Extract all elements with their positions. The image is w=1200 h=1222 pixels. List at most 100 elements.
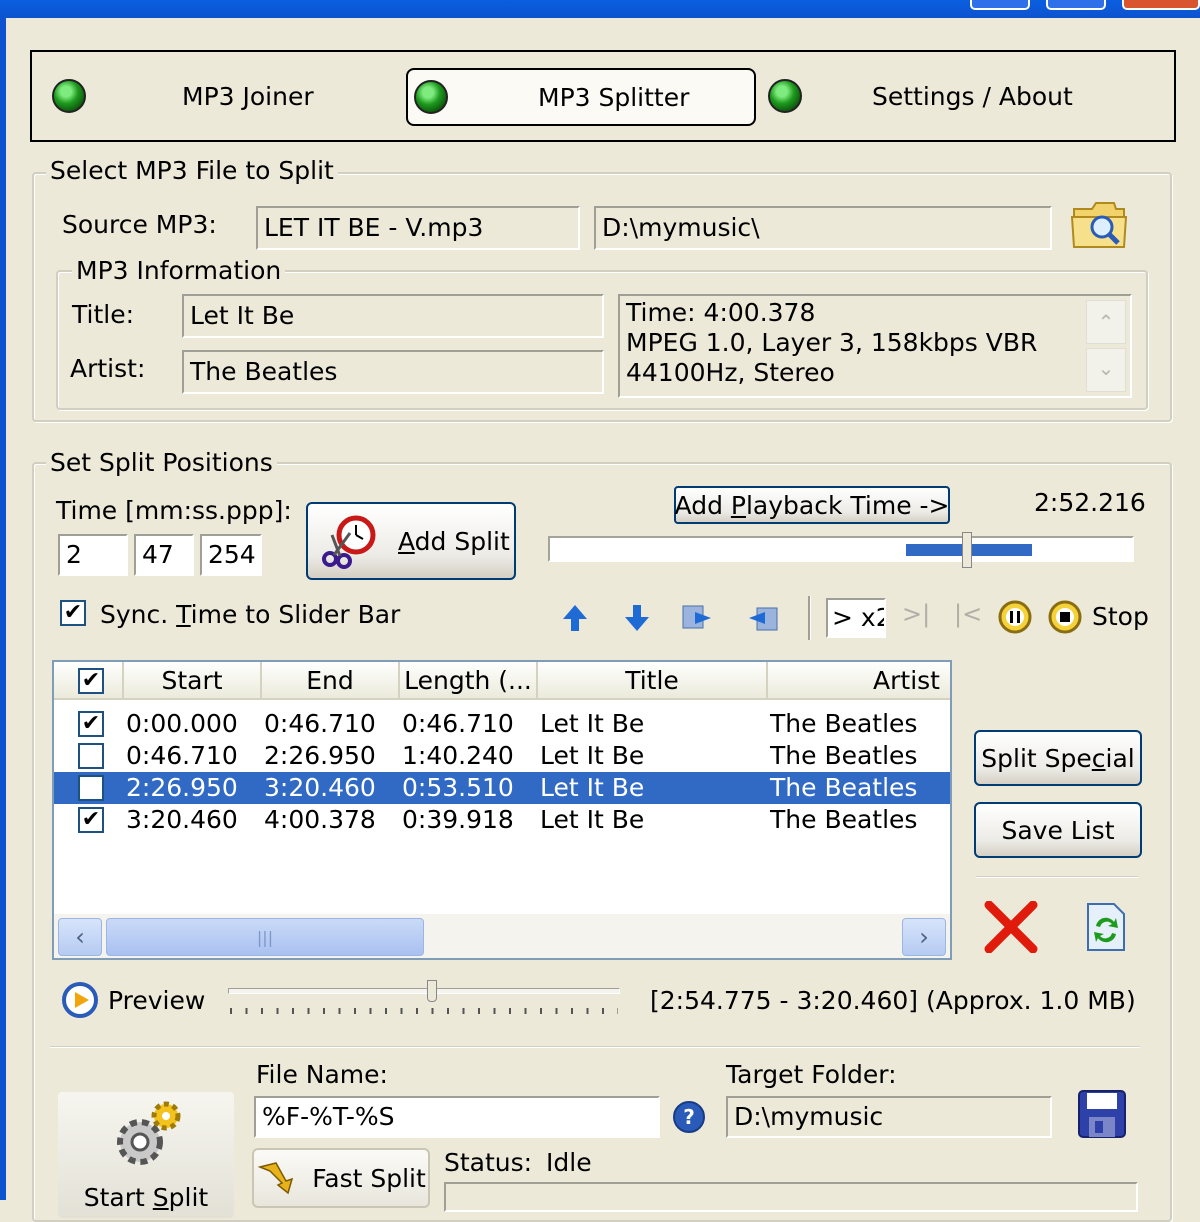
row-checkbox[interactable]: ✔ [78, 711, 104, 737]
next-marker-icon[interactable]: >| [902, 600, 930, 628]
tab-settings-about[interactable]: Settings / About [762, 52, 1172, 140]
cell-start: 0:46.710 [126, 741, 238, 770]
preview-slider-ticks [230, 1008, 618, 1014]
preview-play-button[interactable] [60, 980, 100, 1020]
scissors-clock-icon [322, 515, 376, 569]
preview-slider[interactable] [228, 980, 620, 1020]
source-file-field[interactable]: LET IT BE - V.mp3 [256, 206, 580, 250]
playback-slider[interactable] [548, 532, 1134, 568]
save-folder-button[interactable] [1072, 1086, 1132, 1142]
column-header-length[interactable]: Length (... [400, 662, 538, 700]
minimize-button[interactable] [970, 0, 1030, 10]
column-header-start[interactable]: Start [124, 662, 262, 700]
cell-length: 0:39.918 [402, 805, 514, 834]
group-title: Set Split Positions [46, 448, 277, 477]
scroll-left-icon[interactable]: ‹ [58, 918, 102, 956]
help-icon: ? [673, 1101, 705, 1133]
time-minutes-input[interactable]: 2 [58, 534, 128, 576]
move-down-button[interactable] [620, 600, 654, 636]
status-led-icon [768, 79, 802, 113]
window-border [0, 18, 6, 1200]
preview-range-text: [2:54.775 - 3:20.460] (Approx. 1.0 MB) [650, 986, 1136, 1015]
scroll-down-icon[interactable]: ⌄ [1086, 348, 1126, 392]
tab-mp3-splitter[interactable]: MP3 Splitter [406, 68, 756, 126]
preview-slider-thumb[interactable] [427, 980, 437, 1002]
group-title: MP3 Information [72, 256, 286, 285]
tab-label: MP3 Splitter [538, 82, 690, 112]
list-header: ✔ Start End Length (... Title Artist [54, 662, 950, 700]
add-split-button[interactable]: Add Split [306, 502, 516, 580]
table-row[interactable]: 0:46.710 2:26.950 1:40.240 Let It Be The… [54, 740, 950, 772]
column-header-artist[interactable]: Artist [768, 662, 950, 700]
sync-time-checkbox[interactable]: ✔ [60, 600, 86, 626]
split-list[interactable]: ✔ Start End Length (... Title Artist ✔ 0… [52, 660, 952, 960]
time-milliseconds-input[interactable]: 254 [200, 534, 262, 576]
target-folder-field[interactable]: D:\mymusic [726, 1096, 1052, 1138]
move-up-button[interactable] [558, 600, 592, 636]
select-all-checkbox[interactable]: ✔ [78, 668, 104, 694]
title-field[interactable]: Let It Be [182, 294, 604, 338]
time-label: Time [mm:ss.ppp]: [56, 496, 292, 525]
artist-field[interactable]: The Beatles [182, 350, 604, 394]
fast-split-toggle[interactable]: Fast Split [252, 1148, 430, 1208]
cell-artist: The Beatles [770, 741, 918, 770]
cell-end: 3:20.460 [264, 773, 376, 802]
list-back-icon [749, 607, 778, 631]
cell-end: 4:00.378 [264, 805, 376, 834]
add-playback-time-button[interactable]: Add Playback Time -> [674, 486, 950, 524]
scrollbar-thumb[interactable]: ||| [106, 918, 424, 956]
playback-slider-thumb[interactable] [962, 532, 972, 568]
source-path-field[interactable]: D:\mymusic\ [594, 206, 1052, 250]
cell-artist: The Beatles [770, 773, 918, 802]
tab-mp3-joiner[interactable]: MP3 Joiner [32, 52, 402, 140]
copy-back-button[interactable] [742, 600, 782, 636]
mp3-details-box: Time: 4:00.378 MPEG 1.0, Layer 3, 158kbp… [618, 294, 1132, 398]
scroll-right-icon[interactable]: › [902, 918, 946, 956]
delete-split-button[interactable] [980, 898, 1042, 956]
playback-time-readout: 2:52.216 [1034, 488, 1146, 517]
table-row[interactable]: ✔ 3:20.460 4:00.378 0:39.918 Let It Be T… [54, 804, 950, 836]
split-special-button[interactable]: Split Special [974, 730, 1142, 786]
close-button[interactable] [1122, 0, 1200, 10]
file-name-label: File Name: [256, 1060, 388, 1089]
floppy-disk-icon [1078, 1090, 1126, 1138]
cell-start: 2:26.950 [126, 773, 238, 802]
header-check-column[interactable]: ✔ [54, 662, 124, 700]
arrow-down-icon [625, 605, 649, 631]
source-mp3-label: Source MP3: [62, 210, 217, 239]
column-header-end[interactable]: End [262, 662, 400, 700]
file-name-help-button[interactable]: ? [670, 1098, 708, 1136]
play-icon [62, 982, 98, 1018]
table-row-selected[interactable]: ✔ 2:26.950 3:20.460 0:53.510 Let It Be T… [54, 772, 950, 804]
status-led-icon [414, 80, 448, 114]
details-format: MPEG 1.0, Layer 3, 158kbps VBR [626, 328, 1038, 357]
pause-button[interactable] [996, 598, 1034, 636]
refresh-button[interactable] [1080, 898, 1130, 956]
stop-button[interactable] [1046, 598, 1084, 636]
preview-label: Preview [108, 986, 206, 1015]
row-checkbox[interactable]: ✔ [78, 775, 104, 801]
horizontal-scrollbar[interactable]: ‹ ||| › [54, 914, 950, 958]
save-list-button[interactable]: Save List [974, 802, 1142, 858]
target-folder-label: Target Folder: [726, 1060, 897, 1089]
cell-end: 0:46.710 [264, 709, 376, 738]
maximize-button[interactable] [1046, 0, 1106, 10]
time-seconds-input[interactable]: 47 [134, 534, 194, 576]
row-checkbox[interactable]: ✔ [78, 807, 104, 833]
row-checkbox[interactable] [78, 743, 104, 769]
table-row[interactable]: ✔ 0:00.000 0:46.710 0:46.710 Let It Be T… [54, 708, 950, 740]
speed-button[interactable]: > x2 [826, 598, 886, 638]
status-value: Idle [546, 1148, 592, 1177]
divider [976, 876, 1138, 878]
sync-time-label: Sync. Time to Slider Bar [100, 600, 401, 629]
gears-icon [117, 1101, 181, 1165]
cell-end: 2:26.950 [264, 741, 376, 770]
browse-folder-button[interactable] [1068, 196, 1132, 254]
cell-title: Let It Be [540, 741, 645, 770]
column-header-title[interactable]: Title [538, 662, 768, 700]
previous-marker-icon[interactable]: |< [954, 600, 982, 628]
file-name-input[interactable]: %F-%T-%S [254, 1096, 660, 1138]
copy-forward-button[interactable] [678, 600, 718, 636]
start-split-button[interactable]: Start Split [56, 1090, 236, 1220]
scroll-up-icon[interactable]: ⌃ [1086, 300, 1126, 344]
